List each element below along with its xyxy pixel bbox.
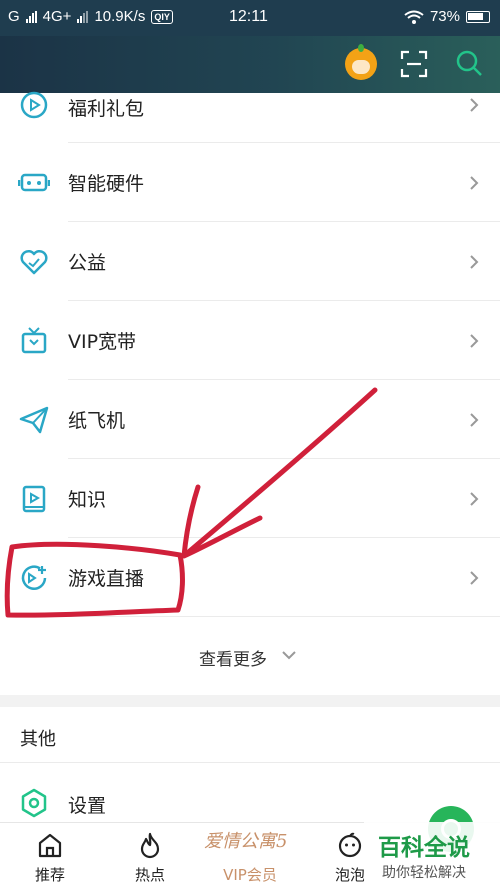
see-more-button[interactable]: 查看更多 xyxy=(0,617,500,695)
chevron-right-icon xyxy=(470,98,479,112)
play-circle-icon xyxy=(20,91,48,119)
tab-label: 热点 xyxy=(134,866,165,884)
heart-icon xyxy=(20,249,48,275)
tab-recommend[interactable]: 推荐 xyxy=(0,823,100,889)
wifi-icon xyxy=(404,10,424,24)
tab-label: 推荐 xyxy=(34,866,65,884)
watermark-title: 百科全说 xyxy=(378,835,470,861)
section-heading: 其他 xyxy=(20,729,56,750)
watermark-subtitle: 助你轻松解决 xyxy=(382,865,466,881)
list-item-label: 纸飞机 xyxy=(68,410,126,432)
list-item-label: 知识 xyxy=(68,489,107,511)
see-more-label: 查看更多 xyxy=(199,650,267,670)
app-badge-icon: QIY xyxy=(151,9,173,24)
scan-icon[interactable] xyxy=(400,50,428,78)
net-speed: 10.9K/s xyxy=(94,8,146,25)
tab-vip[interactable]: 爱情公寓5 VIP会员 xyxy=(200,823,300,889)
list-item-gift-pack[interactable]: 福利礼包 xyxy=(0,91,500,143)
book-icon xyxy=(22,485,46,513)
list-item-vip-broadband[interactable]: VIP宽带 xyxy=(0,301,500,380)
list-item-label: 福利礼包 xyxy=(68,98,145,120)
divider xyxy=(0,762,500,763)
service-list: 福利礼包 智能硬件 公益 VIP宽带 纸飞机 知识 游戏直播 查看更多 xyxy=(0,91,500,695)
clock: 12:11 xyxy=(229,8,268,25)
chevron-right-icon xyxy=(470,255,479,269)
list-item-label: VIP宽带 xyxy=(68,331,137,353)
battery-percent: 73% xyxy=(429,8,460,25)
tab-label: VIP会员 xyxy=(223,866,277,884)
list-item-game-live[interactable]: 游戏直播 xyxy=(0,538,500,617)
status-bar: G 4G+ 10.9K/s QIY 12:11 73% xyxy=(0,0,500,36)
watermark: 百科全说 助你轻松解决 xyxy=(364,822,500,889)
vip-logo: 爱情公寓5 xyxy=(204,831,288,852)
battery-icon xyxy=(466,10,490,23)
list-item-charity[interactable]: 公益 xyxy=(0,222,500,301)
flame-icon xyxy=(140,832,160,859)
signal-icon xyxy=(25,10,37,23)
bubble-face-icon xyxy=(338,832,362,858)
list-item-knowledge[interactable]: 知识 xyxy=(0,459,500,538)
list-item-paper-plane[interactable]: 纸飞机 xyxy=(0,380,500,459)
game-live-icon xyxy=(21,565,47,590)
settings-label[interactable]: 设置 xyxy=(68,791,106,818)
search-icon[interactable] xyxy=(455,49,483,77)
carrier-label: G xyxy=(8,8,20,25)
list-item-smart-hardware[interactable]: 智能硬件 xyxy=(0,143,500,222)
other-section: 其他 设置 xyxy=(0,707,500,822)
signal-icon-2 xyxy=(77,10,89,23)
chevron-right-icon xyxy=(470,571,479,585)
list-item-label: 智能硬件 xyxy=(68,173,145,195)
chevron-right-icon xyxy=(470,413,479,427)
chevron-right-icon xyxy=(470,334,479,348)
list-item-label: 游戏直播 xyxy=(68,568,145,590)
app-header xyxy=(0,36,500,93)
chevron-right-icon xyxy=(470,492,479,506)
list-item-label: 公益 xyxy=(68,252,107,274)
network-label: 4G+ xyxy=(42,8,72,25)
chevron-right-icon xyxy=(470,176,479,190)
home-icon xyxy=(38,833,62,858)
paper-plane-icon xyxy=(19,406,49,434)
tv-icon xyxy=(21,327,47,354)
settings-icon xyxy=(21,788,47,818)
tab-hot[interactable]: 热点 xyxy=(100,823,200,889)
mascot-avatar-icon[interactable] xyxy=(345,44,377,80)
chevron-down-icon xyxy=(282,651,296,660)
vr-glasses-icon xyxy=(18,173,50,192)
